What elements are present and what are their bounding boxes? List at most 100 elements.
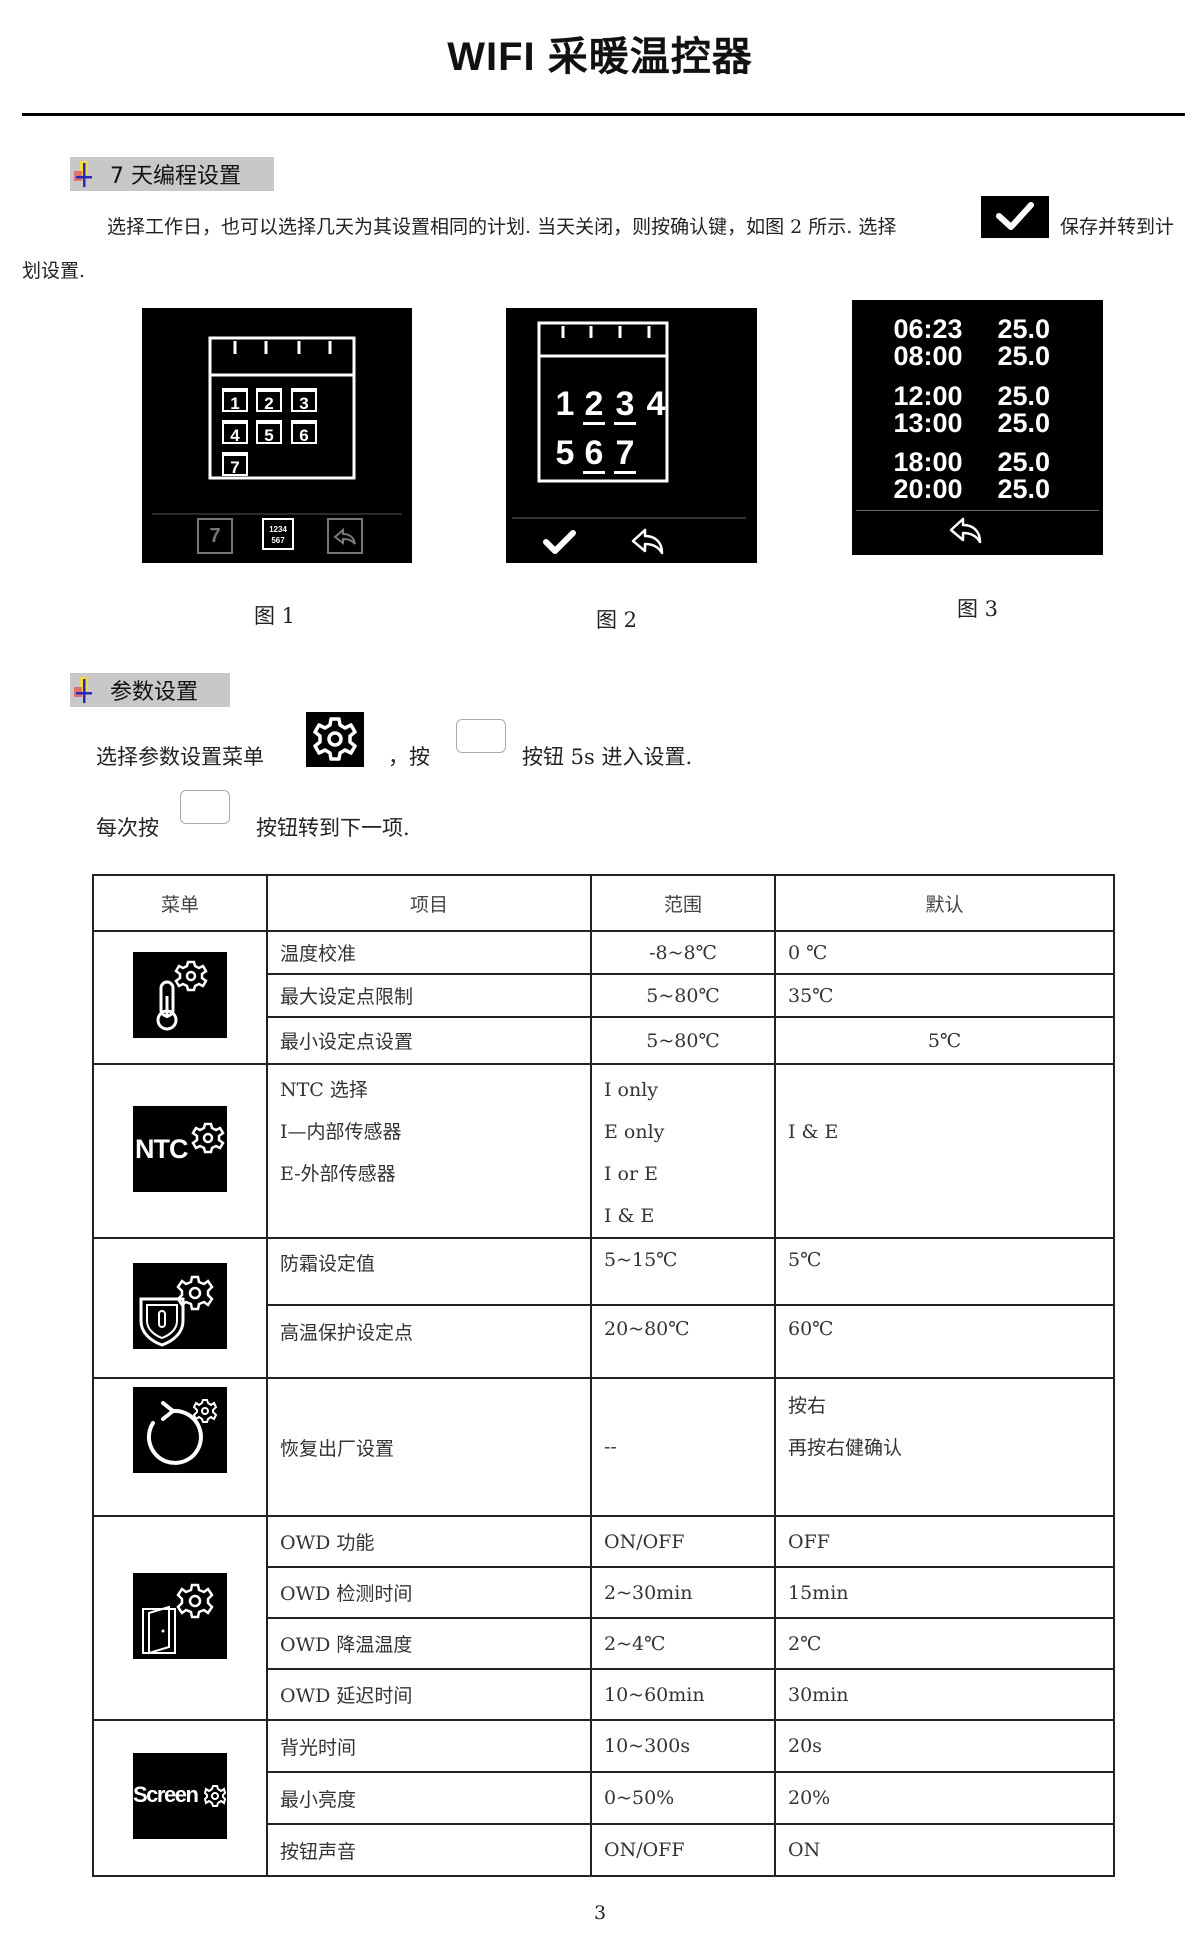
paragraph-text-tail: 保存并转到计 bbox=[1060, 216, 1175, 238]
schedule-entry: 08:00 25.0 bbox=[852, 343, 1103, 370]
item-cell: 最大设定点限制 bbox=[266, 973, 592, 1018]
default-cell: 20s bbox=[774, 1719, 1115, 1773]
instruction-text: 按钮转到下一项. bbox=[256, 816, 410, 840]
check-icon[interactable] bbox=[542, 528, 578, 560]
schedule-time: 13:00 bbox=[893, 408, 963, 438]
parameters-table: 菜单 项目 范围 默认 温度校准 -8~8℃ 0 ℃ 最大设定点限制 5~80℃… bbox=[92, 874, 1115, 1877]
schedule-temp: 25.0 bbox=[997, 408, 1051, 438]
day-toggle[interactable]: 2 bbox=[583, 386, 605, 425]
instruction-text: ，按 bbox=[388, 745, 430, 769]
schedule-entry: 18:00 25.0 bbox=[852, 449, 1103, 476]
reset-default-lines: 按右 再按右健确认 bbox=[788, 1385, 1101, 1469]
default-cell: 60℃ bbox=[774, 1304, 1115, 1379]
default-cell: 30min bbox=[774, 1668, 1115, 1721]
range-cell: I only E only I or E I & E bbox=[590, 1063, 776, 1239]
schedule-entry: 06:23 25.0 bbox=[852, 316, 1103, 343]
right-key-button-icon bbox=[180, 790, 230, 824]
table-header-row: 菜单 项目 范围 默认 bbox=[92, 874, 1115, 932]
section-heading-text: 7 天编程设置 bbox=[110, 164, 241, 189]
item-cell: 最小亮度 bbox=[266, 1771, 592, 1825]
range-cell: -8~8℃ bbox=[590, 930, 776, 975]
thermometer-gear-icon bbox=[133, 952, 227, 1038]
ntc-range-list: I only E only I or E I & E bbox=[604, 1069, 762, 1237]
menu-cell: NTC bbox=[92, 1063, 268, 1239]
schedule-time: 06:23 bbox=[893, 314, 963, 344]
schedule-entry: 12:00 25.0 bbox=[852, 383, 1103, 410]
screen-gear-icon: Screen bbox=[133, 1752, 227, 1839]
back-icon[interactable] bbox=[327, 518, 363, 554]
back-icon[interactable] bbox=[630, 526, 666, 562]
ntc-item: E-外部传感器 bbox=[280, 1163, 396, 1185]
section-heading-text: 参数设置 bbox=[110, 680, 199, 705]
mini-week-line2: 567 bbox=[271, 536, 285, 545]
menu-cell: Screen bbox=[92, 1719, 268, 1877]
week-1234567-icon[interactable]: 1234 567 bbox=[262, 518, 294, 550]
ntc-default: I & E bbox=[788, 1121, 839, 1143]
reset-gear-icon bbox=[133, 1387, 227, 1473]
default-cell: 0 ℃ bbox=[774, 930, 1115, 975]
item-cell: OWD 功能 bbox=[266, 1515, 592, 1568]
ntc-item-list: NTC 选择 I—内部传感器 E-外部传感器 bbox=[280, 1069, 578, 1195]
paragraph-text: 选择工作日，也可以选择几天为其设置相同的计划. 当天关闭，则按确认键，如图 2 … bbox=[107, 216, 897, 238]
range-cell: 5~80℃ bbox=[590, 1016, 776, 1065]
header-menu: 菜单 bbox=[92, 874, 268, 932]
day-toggle[interactable]: 5 bbox=[554, 435, 576, 471]
default-cell: 35℃ bbox=[774, 973, 1115, 1018]
door-gear-icon bbox=[133, 1572, 227, 1659]
day-toggle[interactable]: 7 bbox=[614, 435, 636, 474]
right-key-button-icon bbox=[456, 719, 506, 753]
table-row: 恢复出厂设置 -- 按右 再按右健确认 bbox=[92, 1377, 1115, 1517]
day-tile[interactable]: 7 bbox=[222, 452, 248, 477]
section-heading-7day: 7 天编程设置 bbox=[70, 157, 274, 191]
schedule-entry: 20:00 25.0 bbox=[852, 476, 1103, 503]
schedule-temp: 25.0 bbox=[997, 447, 1051, 477]
default-cell: 按右 再按右健确认 bbox=[774, 1377, 1115, 1517]
item-cell: OWD 降温温度 bbox=[266, 1617, 592, 1670]
default-cell: 5℃ bbox=[774, 1016, 1115, 1065]
range-cell: 2~30min bbox=[590, 1566, 776, 1619]
figure3-caption: 图 3 bbox=[957, 597, 999, 621]
item-cell: 高温保护设定点 bbox=[266, 1304, 592, 1379]
header-item: 项目 bbox=[266, 874, 592, 932]
schedule-temp: 25.0 bbox=[997, 341, 1051, 371]
day-toggle[interactable]: 4 bbox=[645, 386, 667, 422]
day-toggle[interactable]: 6 bbox=[583, 435, 605, 474]
schedule-temp: 25.0 bbox=[997, 474, 1051, 504]
table-row: 防霜设定值 5~15℃ 5℃ bbox=[92, 1237, 1115, 1379]
default-cell: 15min bbox=[774, 1566, 1115, 1619]
screen-label: Screen bbox=[133, 1781, 199, 1807]
single-day-7-icon[interactable]: 7 bbox=[197, 518, 233, 554]
day-tile[interactable]: 6 bbox=[291, 420, 317, 445]
mini-week-line1: 1234 bbox=[269, 525, 287, 534]
item-cell: OWD 检测时间 bbox=[266, 1566, 592, 1619]
default-cell: 5℃ bbox=[774, 1237, 1115, 1306]
item-cell: OWD 延迟时间 bbox=[266, 1668, 592, 1721]
page-number: 3 bbox=[593, 1902, 607, 1924]
default-cell: 2℃ bbox=[774, 1617, 1115, 1670]
schedule-time: 08:00 bbox=[893, 341, 963, 371]
ntc-range-option: I & E bbox=[604, 1205, 655, 1227]
table-row: OWD 功能 ON/OFF OFF bbox=[92, 1515, 1115, 1721]
screen-divider bbox=[856, 510, 1099, 511]
day-tile[interactable]: 5 bbox=[256, 420, 282, 445]
ntc-gear-icon: NTC bbox=[133, 1105, 227, 1192]
day-tile[interactable]: 4 bbox=[222, 420, 248, 445]
table-row: Screen 背光时间 10~300s 20s bbox=[92, 1719, 1115, 1877]
item-cell: 恢复出厂设置 bbox=[266, 1377, 592, 1517]
back-icon[interactable] bbox=[948, 515, 984, 551]
day-toggle[interactable]: 3 bbox=[614, 386, 636, 425]
paragraph-text-line2: 划设置. bbox=[22, 260, 86, 282]
default-cell: OFF bbox=[774, 1515, 1115, 1568]
day-tile[interactable]: 3 bbox=[291, 388, 317, 413]
gear-icon bbox=[306, 712, 364, 767]
day-tile[interactable]: 2 bbox=[256, 388, 282, 413]
default-cell: 20% bbox=[774, 1771, 1115, 1825]
day-toggle[interactable]: 1 bbox=[554, 386, 576, 422]
table-row: NTC NTC 选择 I—内部传感器 E-外部传感器 I only E only I o… bbox=[92, 1063, 1115, 1239]
schedule-temp: 25.0 bbox=[997, 381, 1051, 411]
instruction-text: 按钮 5s 进入设置. bbox=[522, 745, 693, 769]
schedule-time: 18:00 bbox=[893, 447, 963, 477]
item-cell: 防霜设定值 bbox=[266, 1237, 592, 1306]
day-tile[interactable]: 1 bbox=[222, 388, 248, 413]
table-row: 温度校准 -8~8℃ 0 ℃ bbox=[92, 930, 1115, 1065]
